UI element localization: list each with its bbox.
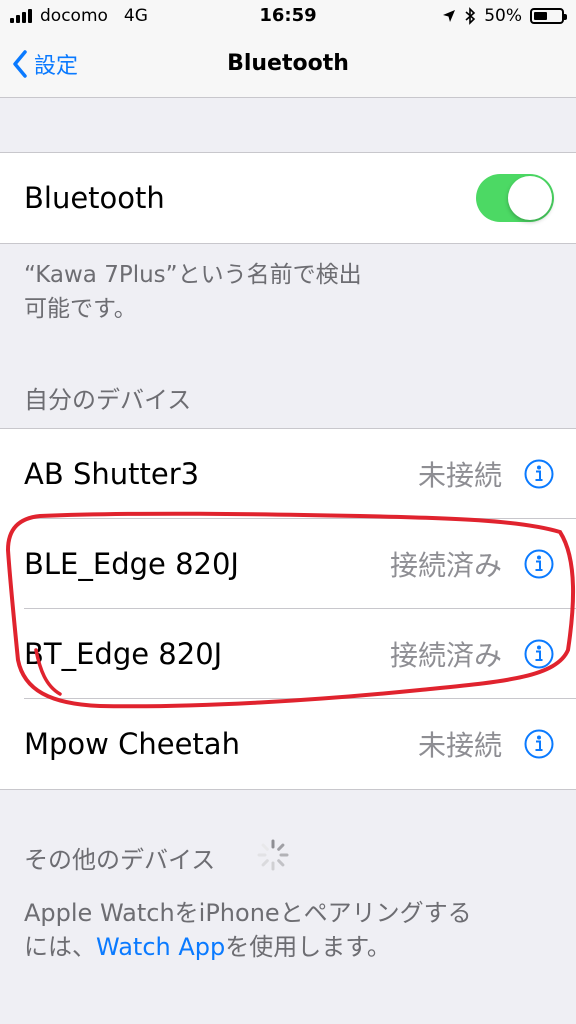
watch-app-link[interactable]: Watch App bbox=[96, 933, 225, 961]
my-devices-header: 自分のデバイス bbox=[24, 386, 192, 414]
device-name: BLE_Edge 820J bbox=[24, 547, 239, 581]
device-row[interactable]: Mpow Cheetah 未接続 bbox=[0, 699, 576, 789]
status-bar: docomo 4G 16:59 50% bbox=[0, 0, 576, 34]
status-right: 50% bbox=[442, 6, 567, 26]
device-status: 未接続 bbox=[417, 459, 502, 492]
device-name: AB Shutter3 bbox=[24, 457, 200, 491]
device-row[interactable]: BT_Edge 820J 接続済み bbox=[0, 609, 576, 699]
bluetooth-label: Bluetooth bbox=[24, 181, 165, 215]
info-icon[interactable] bbox=[524, 729, 554, 759]
watch-footer-text: Apple WatchをiPhoneとペアリングする には、Watch Appを… bbox=[24, 896, 544, 964]
device-status: 接続済み bbox=[389, 549, 502, 582]
watch-footer-suffix: を使用します。 bbox=[225, 933, 391, 961]
battery-percent: 50% bbox=[484, 6, 522, 26]
device-row[interactable]: AB Shutter3 未接続 bbox=[0, 429, 576, 519]
my-devices-list: AB Shutter3 未接続 BLE_Edge 820J 接続済み BT_Ed… bbox=[0, 428, 576, 790]
bluetooth-group: Bluetooth bbox=[0, 152, 576, 244]
discoverable-text: “Kawa 7Plus”という名前で検出 可能です。 bbox=[24, 258, 544, 326]
watch-footer-prefix: には、 bbox=[24, 933, 96, 961]
bluetooth-row: Bluetooth bbox=[0, 153, 576, 243]
bluetooth-icon bbox=[465, 7, 476, 25]
info-icon[interactable] bbox=[524, 459, 554, 489]
info-icon[interactable] bbox=[524, 639, 554, 669]
info-icon[interactable] bbox=[524, 549, 554, 579]
device-name: BT_Edge 820J bbox=[24, 637, 223, 671]
watch-footer-line2: には、Watch Appを使用します。 bbox=[24, 930, 544, 964]
location-icon bbox=[443, 10, 456, 22]
device-status: 未接続 bbox=[417, 729, 502, 762]
loading-spinner-icon bbox=[257, 839, 289, 871]
device-name: Mpow Cheetah bbox=[24, 727, 240, 761]
device-row[interactable]: BLE_Edge 820J 接続済み bbox=[0, 519, 576, 609]
discoverable-line2: 可能です。 bbox=[24, 296, 137, 322]
discoverable-line1: “Kawa 7Plus”という名前で検出 bbox=[24, 262, 362, 288]
bluetooth-toggle[interactable] bbox=[476, 174, 554, 222]
nav-bar: 設定 Bluetooth bbox=[0, 34, 576, 98]
device-status: 接続済み bbox=[389, 639, 502, 672]
battery-icon bbox=[530, 8, 567, 24]
battery-fill bbox=[534, 12, 547, 20]
other-devices-header: その他のデバイス bbox=[24, 846, 216, 874]
watch-footer-line1: Apple WatchをiPhoneとペアリングする bbox=[24, 899, 472, 927]
toggle-knob bbox=[508, 176, 552, 220]
screen: docomo 4G 16:59 50% 設定 Bluetooth Bluetoo… bbox=[0, 0, 576, 1024]
page-title: Bluetooth bbox=[227, 51, 349, 76]
